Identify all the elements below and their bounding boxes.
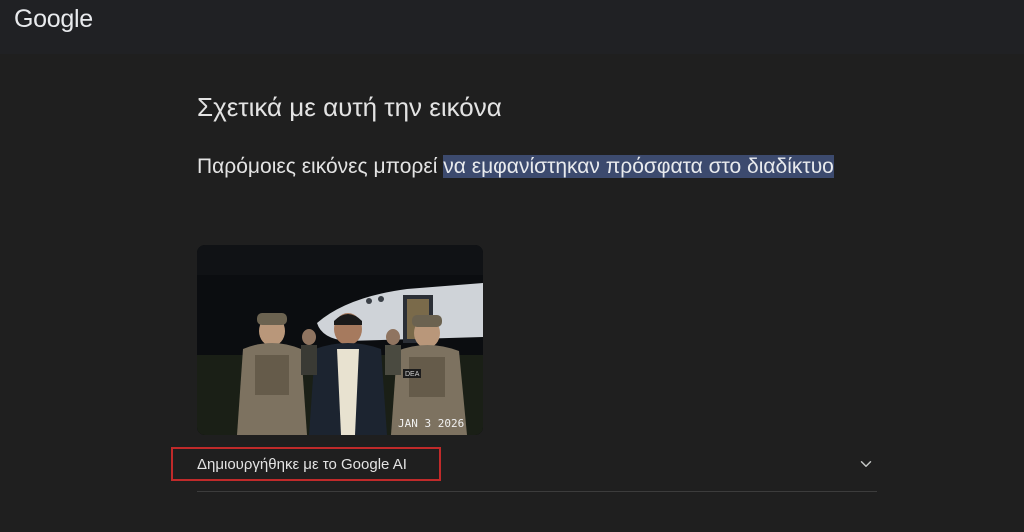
similar-images-notice: Παρόμοιες εικόνες μπορεί να εμφανίστηκαν…: [197, 152, 897, 181]
about-this-image-panel: Σχετικά με αυτή την εικόνα Παρόμοιες εικ…: [0, 54, 1024, 532]
google-logo[interactable]: Google: [14, 5, 93, 34]
ai-generated-row[interactable]: Δημιουργήθηκε με το Google AI: [171, 447, 877, 492]
thumbnail-photo: DEA JAN 3 2026: [197, 245, 483, 435]
page-title: Σχετικά με αυτή την εικόνα: [197, 92, 502, 122]
chevron-down-icon[interactable]: [857, 455, 875, 473]
notice-highlighted-text: να εμφανίστηκαν πρόσφατα στο διαδίκτυο: [443, 155, 834, 178]
ai-credit-label: Δημιουργήθηκε με το Google AI: [197, 456, 407, 473]
notice-text: Παρόμοιες εικόνες μπορεί: [197, 155, 444, 178]
image-thumbnail[interactable]: DEA JAN 3 2026: [197, 245, 483, 435]
image-timestamp: JAN 3 2026: [398, 417, 464, 430]
top-bar: Google: [0, 0, 1024, 54]
patch-label: DEA: [405, 371, 420, 378]
